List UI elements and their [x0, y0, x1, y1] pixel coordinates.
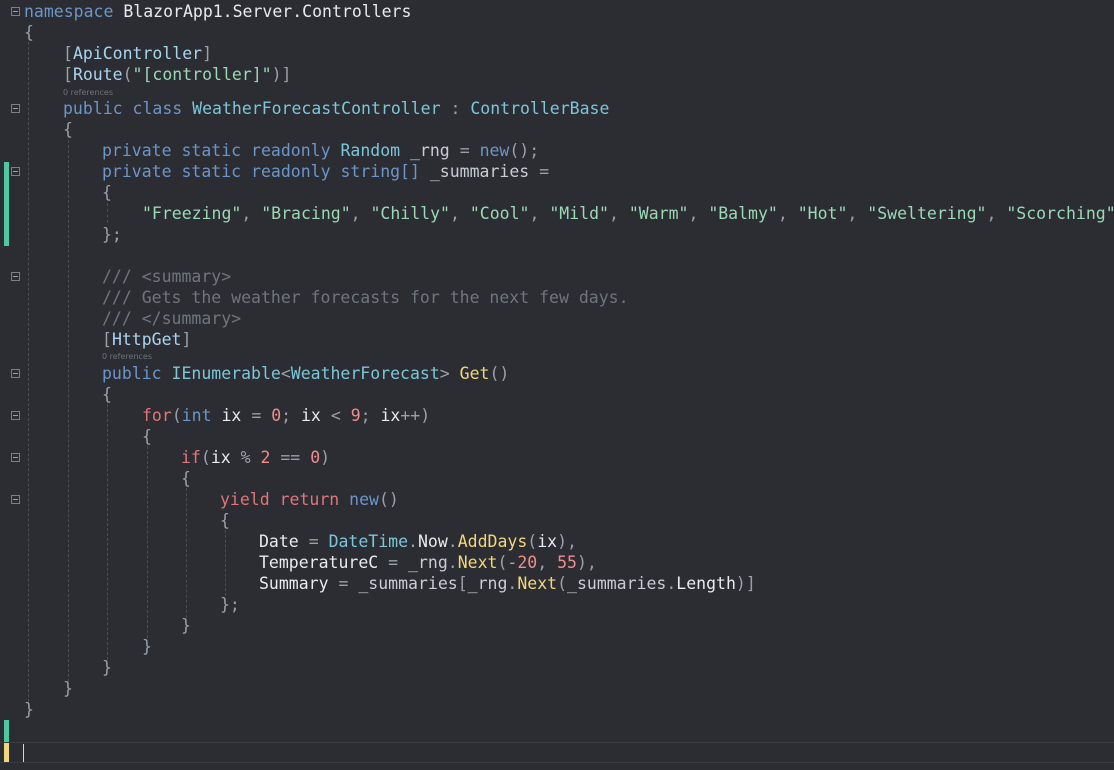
code-line[interactable]: {: [181, 468, 191, 489]
collapse-icon[interactable]: [11, 167, 20, 176]
indent-guide: [68, 140, 69, 682]
code-line[interactable]: }: [24, 699, 34, 720]
code-line[interactable]: private static readonly Random _rng = ne…: [102, 140, 539, 161]
code-line[interactable]: TemperatureC = _rng.Next(-20, 55),: [259, 552, 597, 573]
code-line[interactable]: };: [102, 224, 122, 245]
code-line[interactable]: };: [220, 594, 240, 615]
indent-guide: [186, 488, 187, 618]
code-line[interactable]: }: [181, 615, 191, 636]
collapse-icon[interactable]: [11, 411, 20, 420]
codelens-references[interactable]: 0 references: [63, 88, 113, 98]
code-line[interactable]: {: [142, 426, 152, 447]
attribute: HttpGet: [111, 330, 182, 349]
collapse-icon[interactable]: [11, 495, 20, 504]
code-line[interactable]: {: [102, 384, 112, 405]
class-name: WeatherForecastController: [192, 99, 441, 118]
code-line[interactable]: Date = DateTime.Now.AddDays(ix),: [259, 531, 577, 552]
code-line[interactable]: Summary = _summaries[_rng.Next(_summarie…: [259, 573, 756, 594]
attribute: ApiController: [72, 44, 203, 63]
change-marker: [4, 162, 9, 246]
code-line[interactable]: /// Gets the weather forecasts for the n…: [102, 287, 629, 308]
code-line[interactable]: namespace BlazorApp1.Server.Controllers: [24, 1, 411, 22]
collapse-icon[interactable]: [11, 369, 20, 378]
indent-guide: [225, 530, 226, 596]
code-line[interactable]: {: [220, 510, 230, 531]
indent-guide: [107, 203, 108, 223]
code-line[interactable]: }: [63, 678, 73, 699]
code-line[interactable]: /// <summary>: [102, 266, 231, 287]
string-literal: "[controller]": [132, 65, 272, 84]
indent-guide: [28, 42, 29, 702]
collapse-icon[interactable]: [11, 7, 20, 16]
code-line[interactable]: yield return new(): [220, 489, 399, 510]
change-marker: [4, 720, 9, 742]
code-line[interactable]: public IEnumerable<WeatherForecast> Get(…: [102, 363, 509, 384]
code-line[interactable]: [Route("[controller]")]: [63, 64, 292, 85]
code-line[interactable]: public class WeatherForecastController :…: [63, 98, 609, 119]
base-class: ControllerBase: [470, 99, 610, 118]
code-line[interactable]: {: [63, 119, 73, 140]
code-editor[interactable]: namespace BlazorApp1.Server.Controllers …: [0, 0, 1114, 770]
current-line-highlight: [0, 742, 1114, 763]
collapse-icon[interactable]: [11, 272, 20, 281]
code-line[interactable]: [ApiController]: [63, 43, 212, 64]
code-line[interactable]: }: [142, 636, 152, 657]
text-cursor: [23, 744, 24, 762]
attribute: Route: [72, 65, 123, 84]
code-line[interactable]: if(ix % 2 == 0): [181, 447, 330, 468]
indent-guide: [147, 446, 148, 638]
collapse-icon[interactable]: [11, 104, 20, 113]
code-line[interactable]: "Freezing", "Bracing", "Chilly", "Cool",…: [142, 203, 1114, 224]
collapse-icon[interactable]: [11, 453, 20, 462]
editor-gutter: [0, 0, 24, 770]
code-line[interactable]: {: [102, 182, 112, 203]
method-name: Get: [459, 364, 490, 383]
code-line[interactable]: private static readonly string[] _summar…: [102, 161, 549, 182]
codelens-references[interactable]: 0 references: [102, 352, 152, 362]
code-line[interactable]: /// </summary>: [102, 308, 241, 329]
indent-guide: [107, 404, 108, 660]
code-line[interactable]: [HttpGet]: [102, 329, 191, 350]
code-line[interactable]: for(int ix = 0; ix < 9; ix++): [142, 405, 430, 426]
keyword: namespace: [24, 2, 114, 21]
code-line[interactable]: }: [102, 657, 112, 678]
namespace-name: BlazorApp1.Server.Controllers: [123, 2, 412, 21]
code-line[interactable]: {: [24, 22, 34, 43]
